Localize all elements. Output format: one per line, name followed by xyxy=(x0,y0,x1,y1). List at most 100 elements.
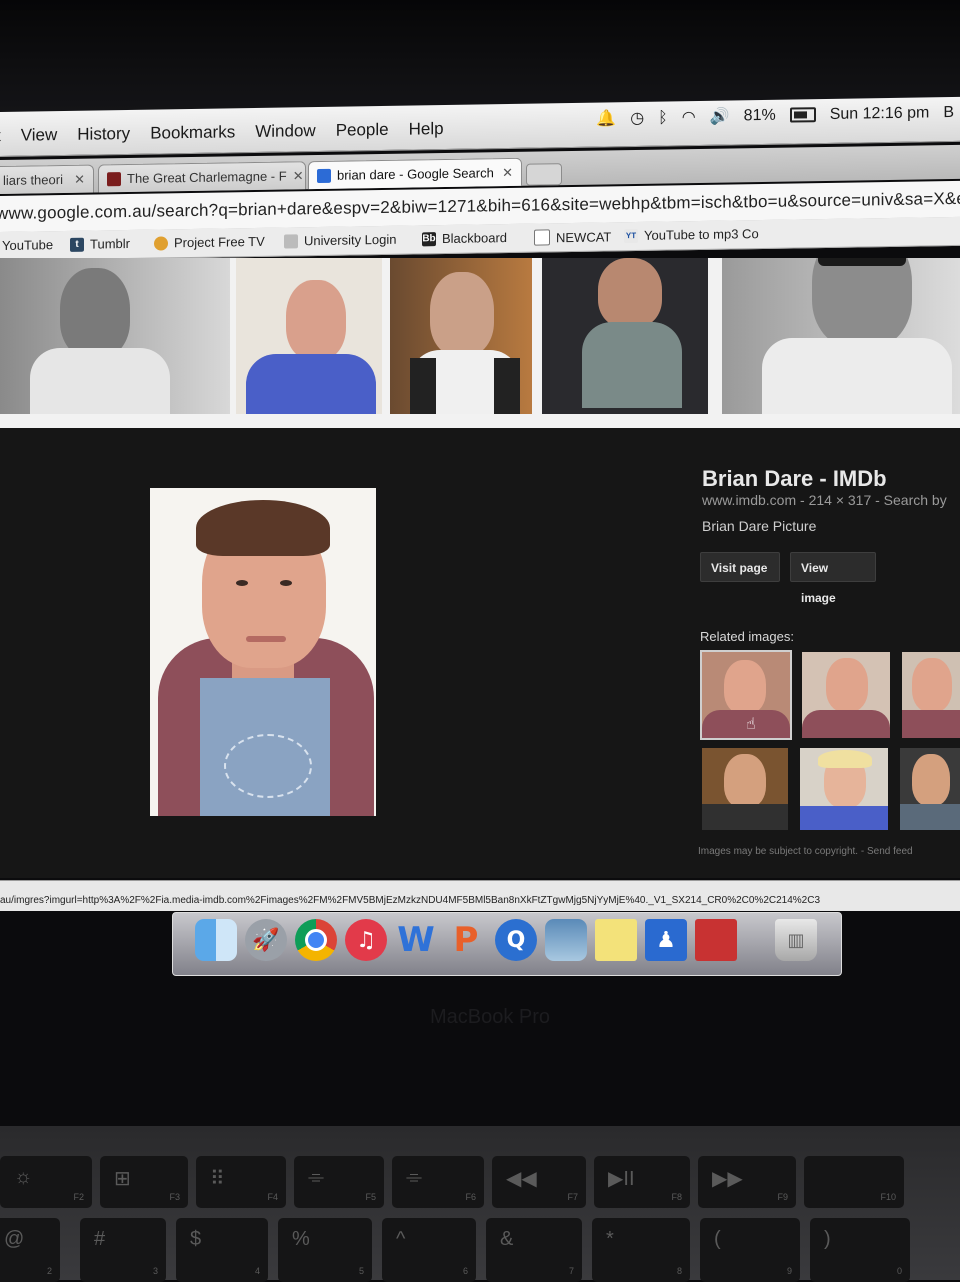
bookmark-university-login[interactable]: University Login xyxy=(284,232,397,249)
menu-bookmarks[interactable]: Bookmarks xyxy=(150,122,235,143)
stickies-icon[interactable] xyxy=(595,919,637,961)
key-f5: ⌯ F5 xyxy=(294,1156,384,1208)
image-result-thumbnail[interactable] xyxy=(390,258,532,414)
volume-icon[interactable]: 🔊 xyxy=(710,107,730,126)
key-f8: ▶II F8 xyxy=(594,1156,690,1208)
time-machine-icon[interactable]: ◷ xyxy=(630,108,644,127)
university-icon xyxy=(284,233,298,249)
quicktime-icon[interactable]: Q xyxy=(495,919,537,961)
preview-icon[interactable] xyxy=(545,919,587,961)
dock: 🚀 ♫ W P Q ♟ ▥ xyxy=(172,912,842,976)
battery-icon[interactable] xyxy=(789,107,816,123)
key-3: #3 xyxy=(80,1218,166,1282)
bookmark-blackboard[interactable]: Bb Blackboard xyxy=(422,230,507,246)
key-f3: ⊞ F3 xyxy=(100,1156,188,1208)
image-result-thumbnail[interactable] xyxy=(542,258,708,414)
menu-file[interactable]: t xyxy=(0,126,1,146)
close-icon[interactable]: ✕ xyxy=(502,164,513,180)
preview-description: Brian Dare Picture xyxy=(702,518,817,534)
google-favicon-icon xyxy=(317,168,331,183)
tab-label: The Great Charlemagne - F xyxy=(127,168,287,187)
powerpoint-icon[interactable]: P xyxy=(445,919,487,961)
key-5: % 5 xyxy=(278,1218,372,1282)
bookmark-tumblr[interactable]: t Tumblr xyxy=(70,236,130,252)
hand-cursor-icon: ☝ xyxy=(746,714,756,733)
key-f2: ☼ F2 xyxy=(0,1156,92,1208)
image-result-thumbnail[interactable] xyxy=(722,258,960,414)
battery-percent: 81% xyxy=(743,106,776,124)
visit-page-button[interactable]: Visit page xyxy=(700,552,780,582)
chrome-icon[interactable] xyxy=(295,919,337,961)
trash-icon[interactable]: ▥ xyxy=(775,919,817,961)
key-8: * 8 xyxy=(592,1218,690,1282)
menu-window[interactable]: Window xyxy=(255,121,315,142)
close-icon[interactable]: ✕ xyxy=(293,168,304,184)
key-f9: ▶▶ F9 xyxy=(698,1156,796,1208)
related-image[interactable] xyxy=(900,748,960,830)
bookmark-youtube-mp3[interactable]: YT YouTube to mp3 Co xyxy=(624,226,759,243)
bookmark-label: YouTube xyxy=(2,237,54,253)
bookmark-project-free-tv[interactable]: Project Free TV xyxy=(154,234,265,251)
macbook-label: MacBook Pro xyxy=(430,1006,551,1028)
menu-help[interactable]: Help xyxy=(409,119,444,140)
related-image[interactable] xyxy=(800,748,888,830)
key-f10: F10 xyxy=(804,1156,904,1208)
wifi-icon[interactable]: ◠ xyxy=(682,107,696,126)
preview-meta: www.imdb.com - 214 × 317 - Search by xyxy=(702,492,947,508)
tab-google-search[interactable]: brian dare - Google Search ✕ xyxy=(308,157,522,190)
keyboard: ☼ F2 ⊞ F3 ⠿ F4 ⌯ F5 ⌯ F6 ◀◀ F7 ▶II F8 ▶▶ F9 F10 … xyxy=(0,1126,960,1282)
bookmark-newcat[interactable]: NEWCAT xyxy=(534,228,612,246)
screen-bezel xyxy=(0,0,960,112)
preview-image[interactable] xyxy=(150,488,376,816)
copyright-notice[interactable]: Images may be subject to copyright. - Se… xyxy=(698,846,913,857)
page-icon xyxy=(534,229,550,246)
related-image[interactable] xyxy=(702,748,788,830)
tab-label: brian dare - Google Search xyxy=(337,165,494,183)
notifications-icon[interactable]: 🔔 xyxy=(596,108,616,127)
key-2: @2 xyxy=(0,1218,60,1282)
key-4: $4 xyxy=(176,1218,268,1282)
key-f6: ⌯ F6 xyxy=(392,1156,484,1208)
related-images-label: Related images: xyxy=(700,629,794,644)
menu-history[interactable]: History xyxy=(77,124,130,145)
blackboard-icon: Bb xyxy=(422,231,436,246)
menu-view[interactable]: View xyxy=(21,125,58,146)
image-results-strip xyxy=(0,258,960,428)
image-preview-panel: Brian Dare - IMDb www.imdb.com - 214 × 3… xyxy=(0,428,960,878)
bookmark-label: Project Free TV xyxy=(174,233,265,251)
bookmark-label: YouTube to mp3 Co xyxy=(644,226,759,243)
tab-liars[interactable]: liars theori ✕ xyxy=(0,164,94,195)
tumblr-icon: t xyxy=(70,237,84,252)
related-image[interactable]: ☝ xyxy=(700,650,792,740)
youtube-mp3-icon: YT xyxy=(624,228,638,243)
view-image-button[interactable]: View image xyxy=(790,552,876,605)
user-menu[interactable]: B xyxy=(943,104,954,122)
new-tab-button[interactable] xyxy=(526,163,562,186)
itunes-icon[interactable]: ♫ xyxy=(345,919,387,961)
bookmark-label: Tumblr xyxy=(90,235,130,252)
key-7: & 7 xyxy=(486,1218,582,1282)
image-result-thumbnail[interactable] xyxy=(236,258,382,414)
related-image[interactable] xyxy=(802,652,890,738)
preview-title[interactable]: Brian Dare - IMDb xyxy=(702,466,887,492)
key-0: ) 0 xyxy=(810,1218,910,1282)
clock[interactable]: Sun 12:16 pm xyxy=(830,104,930,124)
bookmark-label: NEWCAT xyxy=(556,228,612,245)
finder-icon[interactable] xyxy=(195,919,237,961)
launchpad-icon[interactable]: 🚀 xyxy=(245,919,287,961)
bookmark-youtube[interactable]: YouTube xyxy=(2,237,53,253)
related-image[interactable] xyxy=(902,652,960,738)
bookmark-label: Blackboard xyxy=(442,230,508,247)
vlc-icon[interactable]: ♟ xyxy=(645,919,687,961)
bookmark-label: University Login xyxy=(304,231,397,249)
key-f4: ⠿ F4 xyxy=(196,1156,286,1208)
status-url: au/imgres?imgurl=http%3A%2F%2Fia.media-i… xyxy=(0,895,821,906)
bluetooth-icon[interactable]: ᛒ xyxy=(658,108,668,127)
site-favicon-icon xyxy=(107,171,121,186)
image-result-thumbnail[interactable] xyxy=(0,258,230,414)
photo-booth-icon[interactable] xyxy=(695,919,737,961)
tab-charlemagne[interactable]: The Great Charlemagne - F ✕ xyxy=(98,161,306,193)
menu-people[interactable]: People xyxy=(336,120,389,141)
word-icon[interactable]: W xyxy=(395,919,437,961)
close-icon[interactable]: ✕ xyxy=(74,171,85,187)
